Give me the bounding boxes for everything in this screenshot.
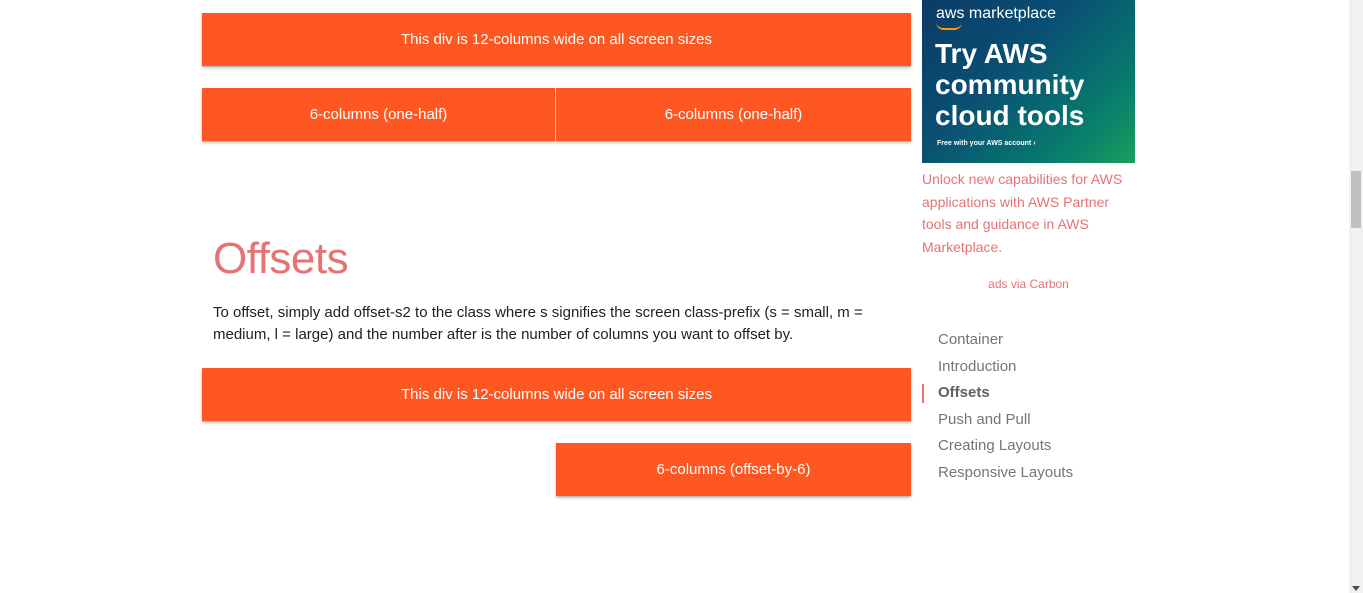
ad-banner[interactable]: aws marketplace Try AWS community cloud … bbox=[922, 0, 1135, 163]
grid-half-right-label: 6-columns (one-half) bbox=[664, 106, 803, 123]
toc-item-label: Container bbox=[938, 331, 1004, 348]
vertical-scrollbar[interactable] bbox=[1349, 0, 1363, 593]
page: This div is 12-columns wide on all scree… bbox=[0, 0, 1363, 593]
grid-full-row: This div is 12-columns wide on all scree… bbox=[202, 13, 911, 66]
toc-item-label: Push and Pull bbox=[938, 410, 1031, 428]
toc-item-label: Offsets bbox=[938, 384, 990, 401]
ad-small-print: Free with your AWS account › bbox=[937, 140, 1036, 147]
grid-half-left: 6-columns (one-half) bbox=[202, 88, 555, 141]
toc-item-label: Responsive Layouts bbox=[938, 463, 1074, 481]
grid-half-right: 6-columns (one-half) bbox=[556, 88, 911, 141]
toc-item-container[interactable]: Container bbox=[922, 327, 1122, 354]
toc-item-label: Creating Layouts bbox=[938, 437, 1052, 454]
grid-half-left-label: 6-columns (one-half) bbox=[309, 106, 448, 123]
table-of-contents: Container Introduction Offsets Push and … bbox=[922, 327, 1122, 486]
offset-box-label: 6-columns (offset-by-6) bbox=[656, 461, 811, 478]
scroll-down-arrow-icon[interactable] bbox=[1352, 586, 1360, 591]
grid-full-row-label: This div is 12-columns wide on all scree… bbox=[401, 31, 712, 48]
section-description: To offset, simply add offset-s2 to the c… bbox=[213, 304, 863, 343]
ad-brand: aws marketplace bbox=[936, 5, 1057, 22]
offset-full-row-label: This div is 12-columns wide on all scree… bbox=[401, 386, 712, 403]
ad-headline: Try AWS community cloud tools bbox=[935, 38, 1085, 131]
section-title: Offsets bbox=[213, 234, 349, 283]
toc-item-push-and-pull[interactable]: Push and Pull bbox=[922, 407, 1122, 434]
offset-full-row: This div is 12-columns wide on all scree… bbox=[202, 368, 911, 421]
toc-item-label: Introduction bbox=[938, 357, 1017, 375]
offset-box: 6-columns (offset-by-6) bbox=[556, 443, 911, 496]
toc-item-introduction[interactable]: Introduction bbox=[922, 354, 1122, 381]
scrollbar-thumb[interactable] bbox=[1351, 171, 1361, 228]
ad-via-carbon-link[interactable]: ads via Carbon bbox=[922, 277, 1135, 291]
toc-item-creating-layouts[interactable]: Creating Layouts bbox=[922, 433, 1122, 460]
aws-smile-icon bbox=[936, 22, 962, 30]
ad-text-link[interactable]: Unlock new capabilities for AWS applicat… bbox=[922, 168, 1132, 258]
toc-item-responsive-layouts[interactable]: Responsive Layouts bbox=[922, 460, 1122, 487]
toc-item-offsets[interactable]: Offsets bbox=[922, 380, 1122, 407]
